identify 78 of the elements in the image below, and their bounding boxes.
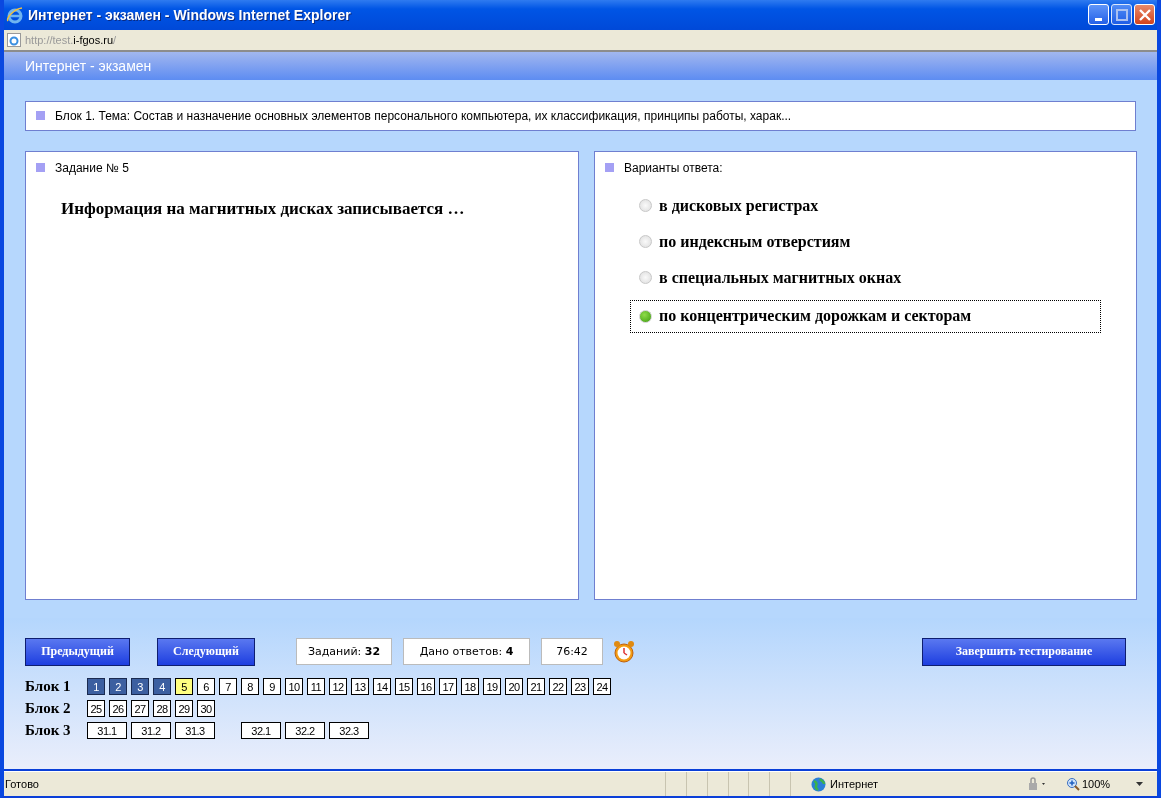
close-icon <box>1138 8 1151 21</box>
task-number-button[interactable]: 32.3 <box>329 722 369 740</box>
browser-logo-icon <box>6 5 24 24</box>
task-number-button[interactable]: 2 <box>109 678 127 696</box>
task-number-button[interactable]: 16 <box>417 678 435 696</box>
task-count: Заданий: 32 <box>296 638 392 666</box>
task-number-button[interactable]: 23 <box>571 678 589 696</box>
maximize-icon <box>1115 8 1128 21</box>
radio-button[interactable] <box>639 199 652 213</box>
radio-button[interactable] <box>639 271 652 285</box>
task-number-button[interactable]: 22 <box>549 678 567 696</box>
task-number-button[interactable]: 11 <box>307 678 325 696</box>
answered-count: Дано ответов: 4 <box>403 638 530 666</box>
task-number-button[interactable]: 21 <box>527 678 545 696</box>
answers-heading: Варианты ответа: <box>624 160 723 175</box>
task-number-button[interactable]: 31.3 <box>175 722 215 740</box>
task-number-button[interactable]: 13 <box>351 678 369 696</box>
task-number-button[interactable]: 25 <box>87 700 105 718</box>
topic-text: Блок 1. Тема: Состав и назначение основных элементов персонального компьютера, их классификация, принципы работы, харак... <box>55 108 792 123</box>
maximize-button[interactable] <box>1111 4 1132 26</box>
task-number-button[interactable]: 1 <box>87 678 105 696</box>
task-number-button[interactable]: 32.1 <box>241 722 281 740</box>
answer-option[interactable]: по концентрическим дорожкам и секторам <box>630 299 1101 333</box>
status-text: Готово <box>5 778 40 791</box>
next-button[interactable]: Следующий <box>157 637 255 666</box>
task-number-button[interactable]: 14 <box>373 678 391 696</box>
radio-button[interactable] <box>639 309 652 323</box>
task-number-button[interactable]: 31.2 <box>131 722 171 740</box>
task-number-button[interactable]: 3 <box>131 678 149 696</box>
timer: 76:42 <box>541 638 603 666</box>
task-number-button[interactable]: 10 <box>285 678 303 696</box>
finish-test-button[interactable]: Завершить тестирование <box>922 637 1126 666</box>
answer-option[interactable]: в дисковых регистрах <box>630 191 1101 220</box>
task-number-button[interactable]: 8 <box>241 678 259 696</box>
task-number-button[interactable]: 15 <box>395 678 413 696</box>
bullet-icon <box>36 111 45 121</box>
task-number-button[interactable]: 20 <box>505 678 523 696</box>
task-number-button[interactable]: 28 <box>153 700 171 718</box>
task-number-button[interactable]: 27 <box>131 700 149 718</box>
block-label: Блок 1 <box>25 678 72 696</box>
bullet-icon <box>605 163 614 173</box>
previous-button[interactable]: Предыдущий <box>25 637 130 666</box>
question-text: Информация на магнитных дисках записывается … <box>61 198 466 219</box>
answer-option[interactable]: по индексным отверстиям <box>630 227 1101 256</box>
task-number-button[interactable]: 6 <box>197 678 215 696</box>
task-number-button[interactable]: 17 <box>439 678 457 696</box>
zoom-level[interactable]: 100% <box>1082 778 1111 791</box>
task-number-button[interactable]: 9 <box>263 678 281 696</box>
task-number-button[interactable]: 30 <box>197 700 215 718</box>
dropdown-arrow-icon[interactable] <box>1136 781 1145 787</box>
block-label: Блок 3 <box>25 722 72 740</box>
task-number-button[interactable]: 32.2 <box>285 722 325 740</box>
alarm-clock-icon <box>613 639 635 664</box>
task-number-button[interactable]: 29 <box>175 700 193 718</box>
zoom-icon[interactable] <box>1066 777 1080 792</box>
block-label: Блок 2 <box>25 700 72 718</box>
address-url[interactable]: http://test.i-fgos.ru/ <box>25 33 117 46</box>
task-number-button[interactable]: 18 <box>461 678 479 696</box>
task-number-button[interactable]: 7 <box>219 678 237 696</box>
task-number-button[interactable]: 5 <box>175 678 193 696</box>
task-heading: Задание № 5 <box>55 160 129 175</box>
bullet-icon <box>36 163 45 173</box>
zone-text: Интернет <box>830 778 879 791</box>
task-number-button[interactable]: 19 <box>483 678 501 696</box>
radio-button[interactable] <box>639 235 652 249</box>
task-number-button[interactable]: 12 <box>329 678 347 696</box>
page-header-title: Интернет - экзамен <box>25 57 152 74</box>
globe-icon <box>811 776 826 792</box>
minimize-button[interactable] <box>1088 4 1109 26</box>
task-number-button[interactable]: 31.1 <box>87 722 127 740</box>
task-number-button[interactable]: 4 <box>153 678 171 696</box>
close-button[interactable] <box>1134 4 1155 26</box>
answer-option[interactable]: в специальных магнитных окнах <box>630 263 1101 292</box>
task-number-button[interactable]: 24 <box>593 678 611 696</box>
window-title: Интернет - экзамен - Windows Internet Explorer <box>28 6 352 23</box>
task-number-button[interactable]: 26 <box>109 700 127 718</box>
minimize-icon <box>1095 18 1102 22</box>
page-icon <box>7 32 21 47</box>
